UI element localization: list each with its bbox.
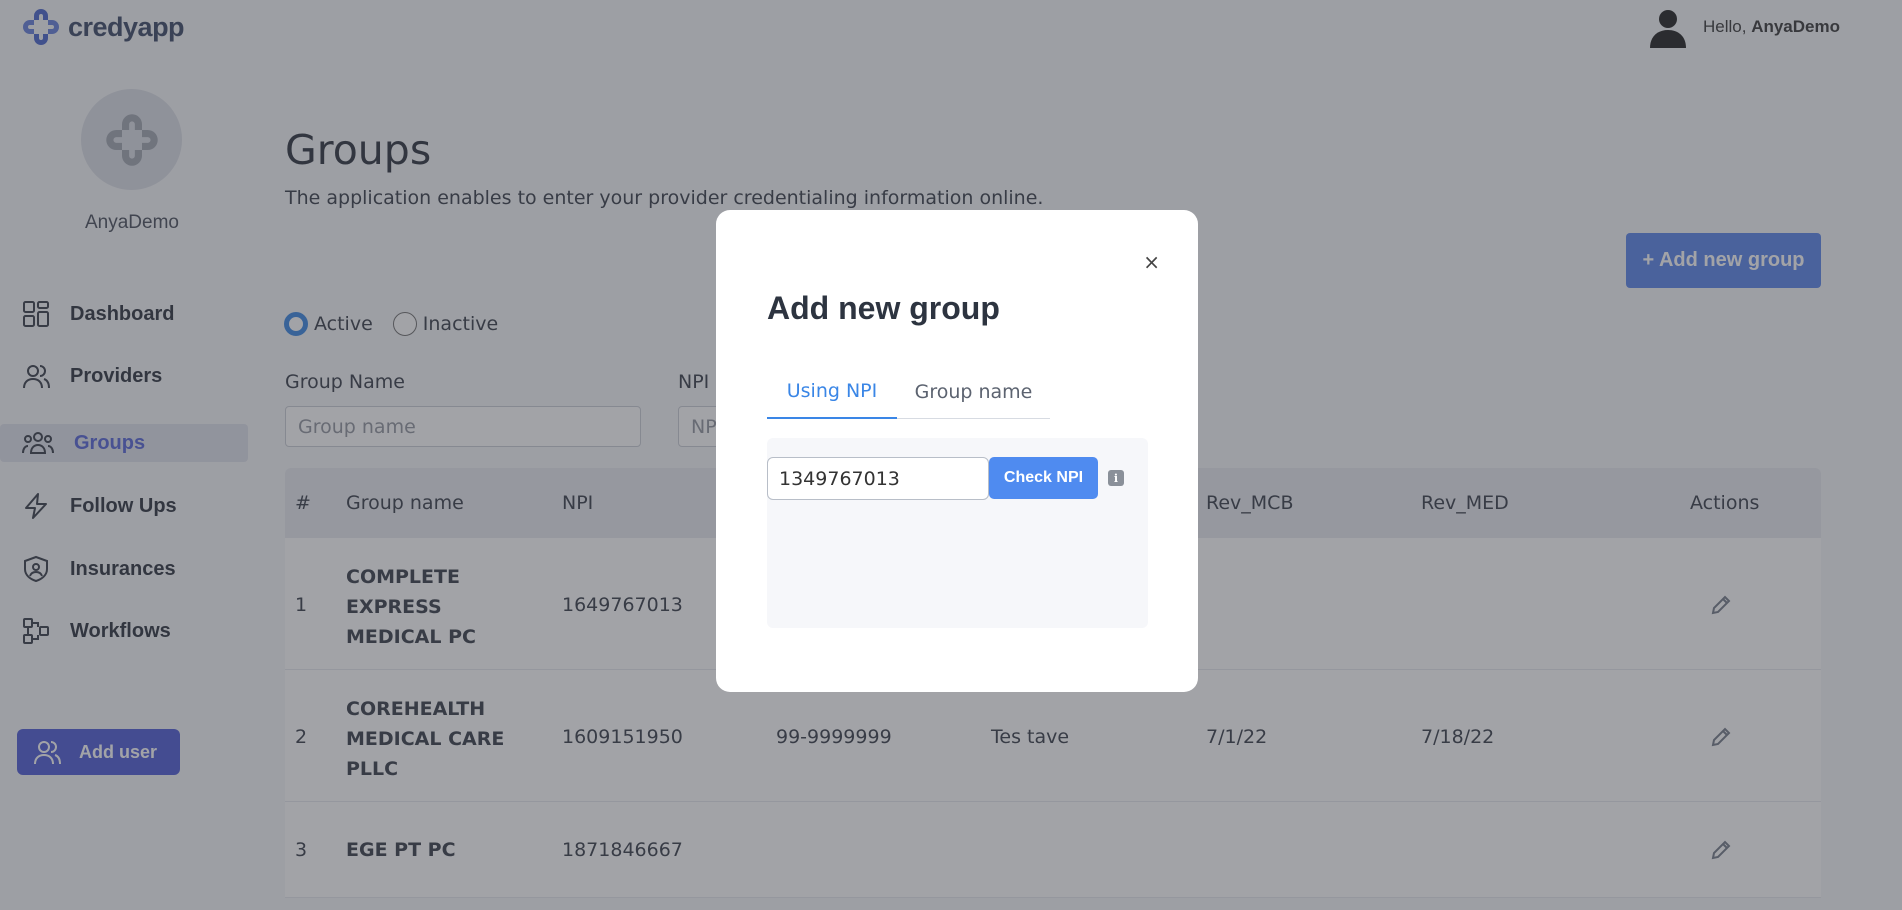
npi-input[interactable] [767,457,989,500]
modal-tabs: Using NPI Group name [767,365,1050,419]
modal-title: Add new group [767,290,1000,326]
tab-group-name[interactable]: Group name [897,365,1050,419]
add-group-modal: × Add new group Using NPI Group name Che… [716,210,1198,692]
info-icon[interactable]: i [1108,470,1124,486]
tab-using-npi[interactable]: Using NPI [767,365,897,419]
close-icon[interactable]: × [1143,252,1160,272]
npi-lookup-panel: Check NPI i [767,438,1148,628]
check-npi-button[interactable]: Check NPI [989,457,1098,499]
